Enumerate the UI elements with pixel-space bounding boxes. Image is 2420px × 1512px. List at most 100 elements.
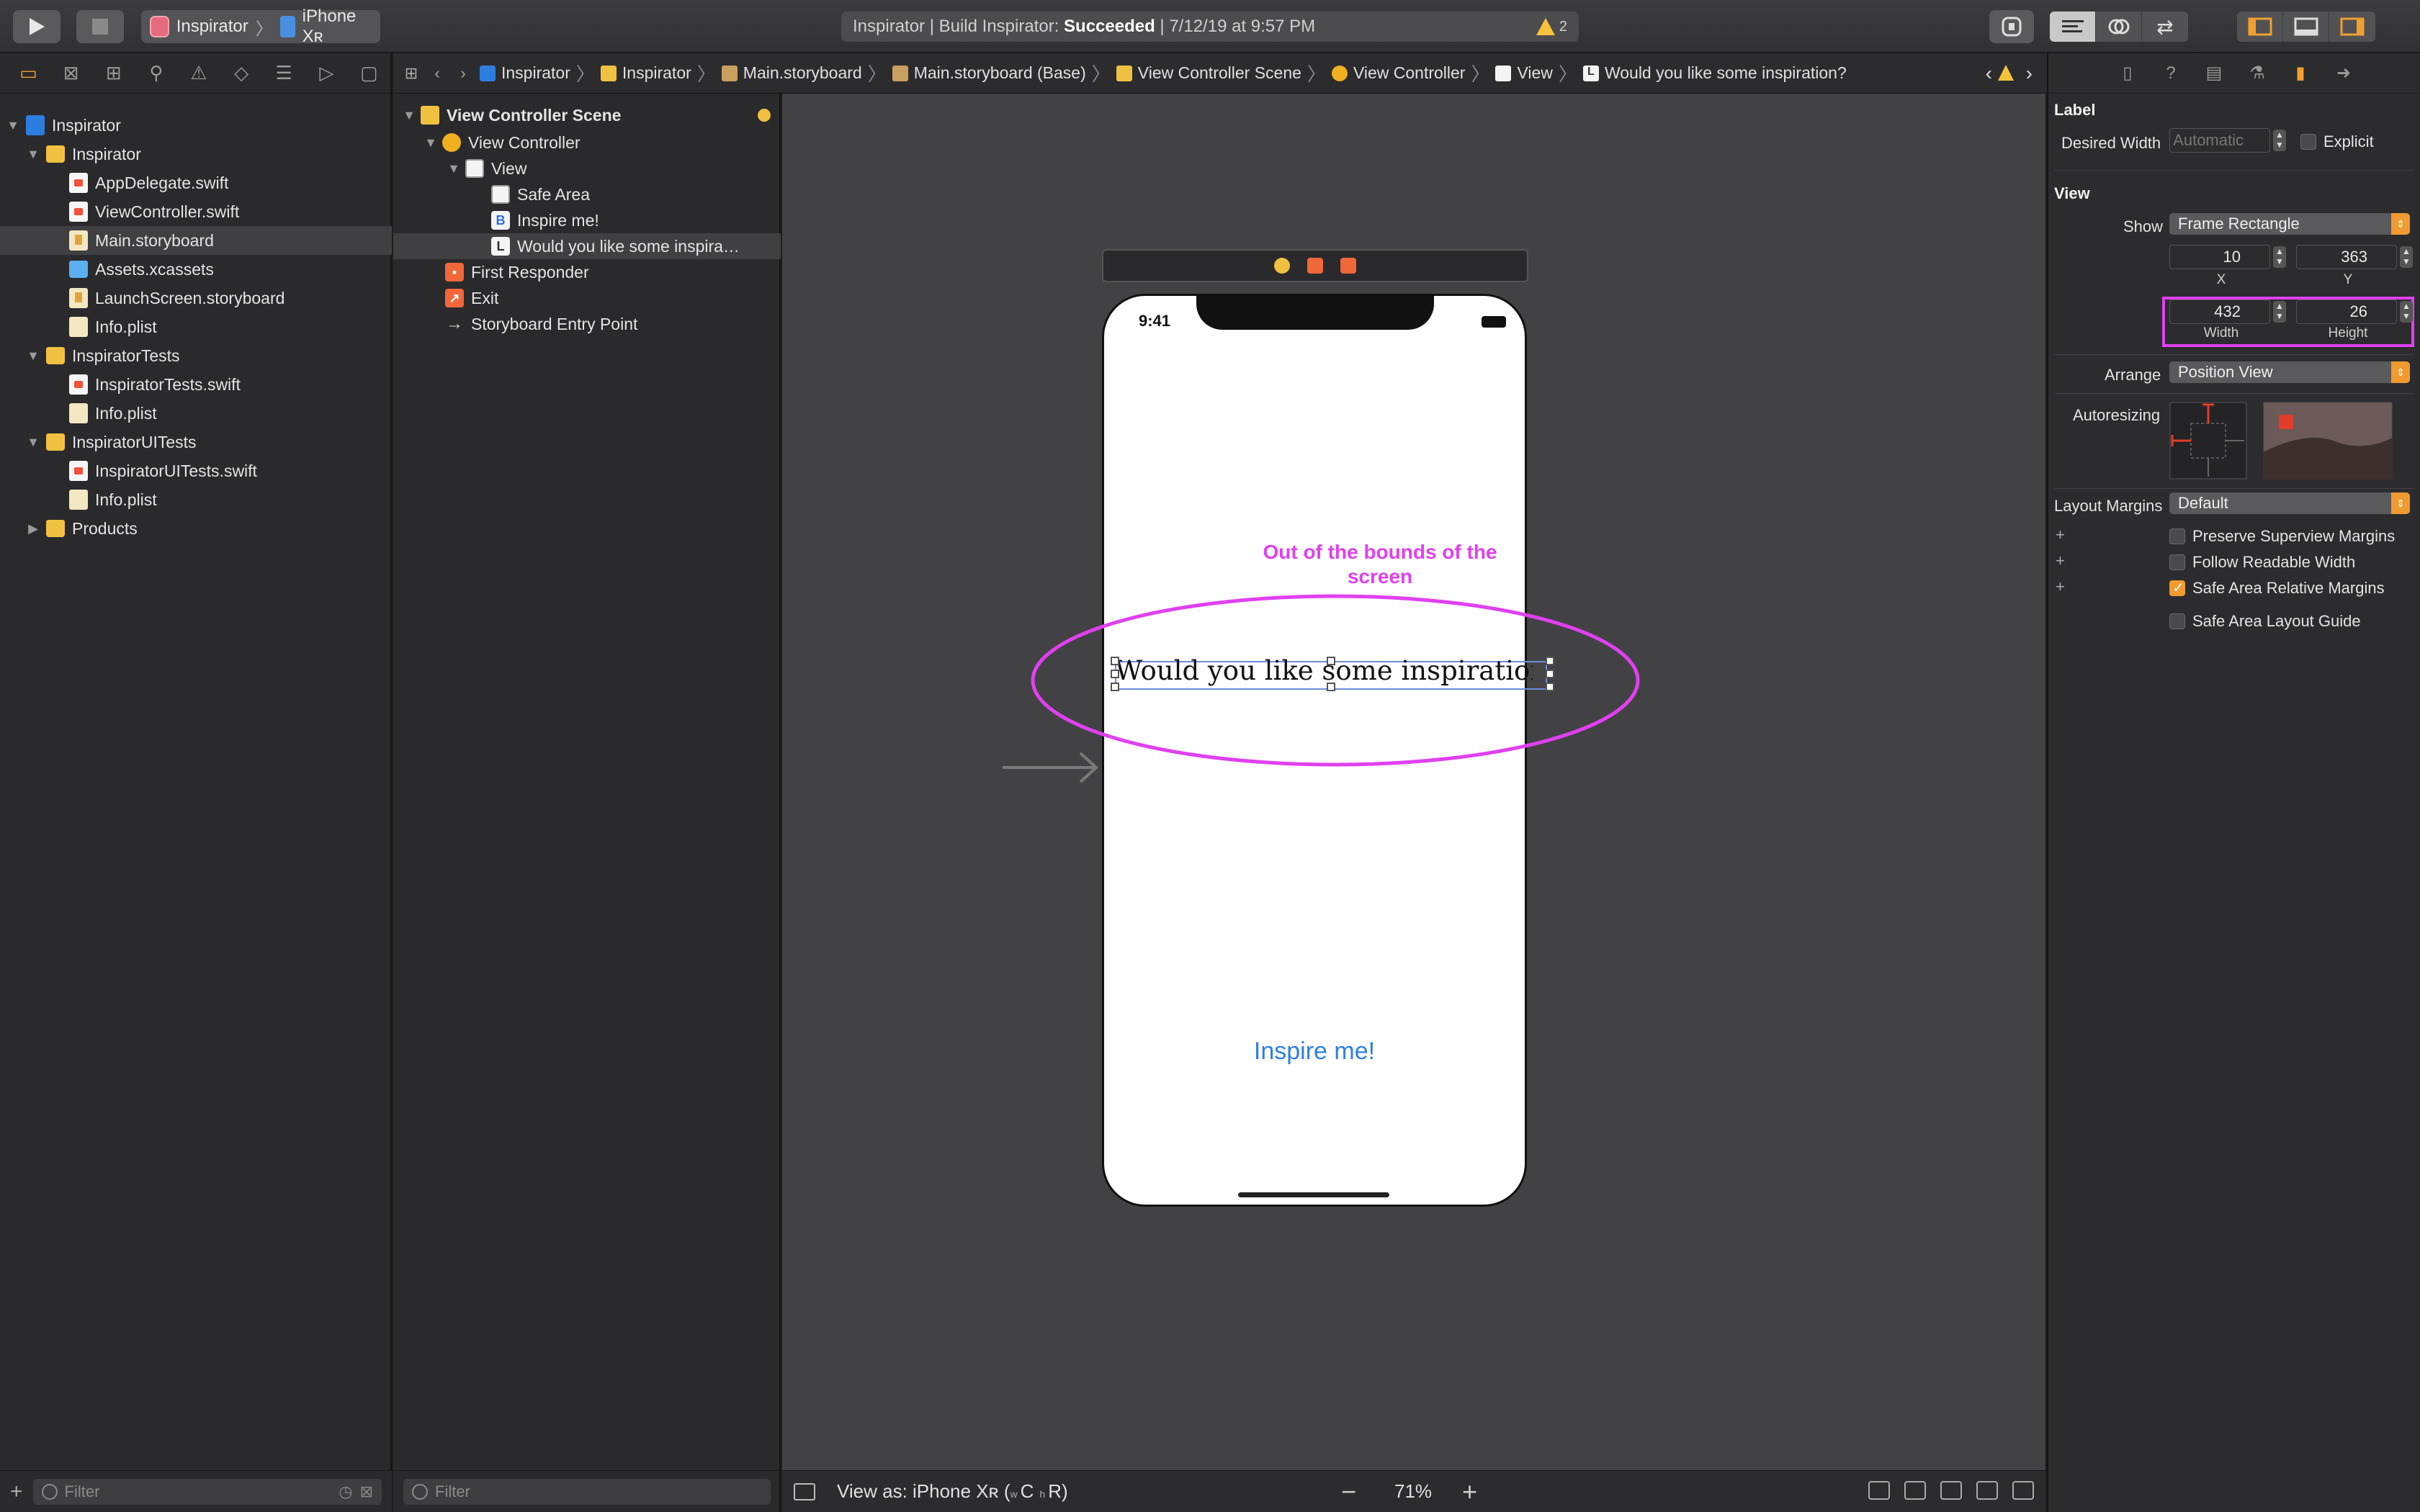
warning-icon[interactable]: [1998, 65, 2014, 81]
run-button[interactable]: [13, 10, 60, 43]
add-variation-icon[interactable]: +: [2056, 526, 2065, 544]
explicit-checkbox[interactable]: [2300, 134, 2316, 150]
x-field[interactable]: 10: [2169, 245, 2270, 269]
tree-item-file-selected[interactable]: Main.storyboard: [0, 226, 392, 255]
file-inspector-tab[interactable]: ▯: [2115, 60, 2141, 86]
outline-item-label-selected[interactable]: L Would you like some inspira…: [393, 233, 781, 259]
crumb-localization[interactable]: Main.storyboard (Base): [892, 63, 1086, 83]
size-inspector-tab[interactable]: ▮: [2287, 60, 2313, 86]
layout-margins-popup[interactable]: Default ⇕: [2169, 492, 2410, 514]
find-nav-tab[interactable]: ⚲: [135, 53, 177, 94]
view-as-button[interactable]: View as: iPhone Xʀ (w Ch R): [837, 1480, 1068, 1503]
breakpoint-nav-tab[interactable]: ▷: [305, 53, 348, 94]
safe-area-relative-checkbox[interactable]: [2169, 579, 2185, 597]
tree-item-folder[interactable]: ▼ InspiratorTests: [0, 341, 392, 370]
preserve-margins-checkbox[interactable]: [2169, 528, 2185, 544]
readable-width-checkbox[interactable]: [2169, 554, 2185, 570]
help-inspector-tab[interactable]: ?: [2158, 60, 2184, 86]
report-nav-tab[interactable]: ▢: [348, 53, 390, 94]
height-stepper[interactable]: ▲ ▼: [2400, 301, 2413, 323]
scm-filter-icon[interactable]: ⊠: [360, 1482, 373, 1501]
outline-item-button[interactable]: B Inspire me!: [393, 207, 781, 233]
tree-item-file[interactable]: Info.plist: [0, 312, 392, 341]
outline-item-entry-point[interactable]: → Storyboard Entry Point: [393, 311, 781, 337]
crumb-file[interactable]: Main.storyboard: [721, 63, 862, 83]
crumb-view[interactable]: View: [1495, 63, 1553, 83]
toggle-navigator-button[interactable]: [2237, 12, 2283, 42]
safe-area-guide-checkbox[interactable]: [2169, 613, 2185, 629]
tree-item-folder[interactable]: ▼ InspiratorUITests: [0, 428, 392, 456]
toggle-debug-button[interactable]: [2283, 12, 2329, 42]
x-stepper[interactable]: ▲ ▼: [2273, 246, 2286, 268]
update-frames-icon[interactable]: [1868, 1481, 1890, 1500]
forward-arrow-icon[interactable]: ›: [454, 64, 472, 83]
related-items-icon[interactable]: ⊞: [402, 64, 421, 83]
zoom-in-button[interactable]: +: [1462, 1477, 1477, 1507]
attributes-inspector-tab[interactable]: ⚗: [2244, 60, 2270, 86]
height-field[interactable]: 26: [2296, 300, 2397, 324]
inspire-me-button[interactable]: Inspire me!: [1104, 1038, 1525, 1066]
zoom-out-button[interactable]: −: [1341, 1477, 1356, 1507]
symbol-nav-tab[interactable]: ⊞: [92, 53, 135, 94]
stop-button[interactable]: [76, 10, 124, 43]
assistant-editor-button[interactable]: [2096, 12, 2142, 42]
connections-inspector-tab[interactable]: ➜: [2331, 60, 2357, 86]
outline-item-safe-area[interactable]: Safe Area: [393, 181, 781, 207]
add-icon[interactable]: +: [10, 1480, 23, 1504]
version-editor-button[interactable]: ⇄: [2142, 12, 2188, 42]
tree-item-folder[interactable]: ▶ Products: [0, 514, 392, 543]
tree-item-file[interactable]: ViewController.swift: [0, 197, 392, 226]
desired-width-stepper[interactable]: ▲ ▼: [2273, 130, 2286, 151]
resolve-issues-icon[interactable]: [2012, 1481, 2034, 1500]
toggle-inspector-button[interactable]: [2329, 12, 2375, 42]
standard-editor-button[interactable]: [2050, 12, 2096, 42]
outline-item-first-responder[interactable]: ▪ First Responder: [393, 259, 781, 285]
source-control-tab[interactable]: ⊠: [50, 53, 92, 94]
autoresizing-control[interactable]: [2169, 402, 2247, 480]
width-field[interactable]: 432: [2169, 300, 2270, 324]
y-stepper[interactable]: ▲ ▼: [2400, 246, 2413, 268]
tree-item-file[interactable]: InspiratorUITests.swift: [0, 456, 392, 485]
tree-item-file[interactable]: LaunchScreen.storyboard: [0, 284, 392, 312]
toggle-outline-icon[interactable]: [794, 1482, 815, 1500]
crumb-project[interactable]: Inspirator: [480, 63, 570, 83]
outline-item-view-controller[interactable]: ▼ View Controller: [393, 130, 781, 156]
outline-item-scene[interactable]: ▼ View Controller Scene: [393, 102, 781, 128]
align-icon[interactable]: [1940, 1481, 1962, 1500]
tree-item-folder[interactable]: ▼ Inspirator: [0, 140, 392, 168]
tree-item-file[interactable]: Info.plist: [0, 485, 392, 514]
issue-forward-icon[interactable]: ›: [2026, 62, 2033, 85]
issue-back-icon[interactable]: ‹: [1986, 62, 1992, 85]
tree-item-project[interactable]: ▼ Inspirator: [0, 111, 392, 140]
exit-dock-icon[interactable]: [1340, 258, 1356, 274]
width-stepper[interactable]: ▲ ▼: [2273, 301, 2286, 323]
debug-nav-tab[interactable]: ☰: [263, 53, 305, 94]
issue-nav-tab[interactable]: ⚠: [177, 53, 220, 94]
crumb-view-controller[interactable]: View Controller: [1331, 63, 1465, 83]
clock-icon[interactable]: ◷: [339, 1482, 352, 1501]
add-constraints-icon[interactable]: [1976, 1481, 1998, 1500]
navigator-filter-field[interactable]: Filter ◷ ⊠: [32, 1478, 382, 1505]
test-nav-tab[interactable]: ◇: [220, 53, 263, 94]
arrange-popup[interactable]: Position View ⇕: [2169, 361, 2410, 383]
show-popup[interactable]: Frame Rectangle ⇕: [2169, 213, 2410, 235]
view-controller-dock-icon[interactable]: [1274, 258, 1290, 274]
first-responder-dock-icon[interactable]: [1307, 258, 1323, 274]
tree-item-file[interactable]: Info.plist: [0, 399, 392, 428]
project-nav-tab[interactable]: ▭: [7, 53, 50, 94]
crumb-folder[interactable]: Inspirator: [600, 63, 691, 83]
back-arrow-icon[interactable]: ‹: [428, 64, 447, 83]
y-field[interactable]: 363: [2296, 245, 2397, 269]
warning-indicator[interactable]: 2: [1536, 18, 1567, 35]
desired-width-field[interactable]: Automatic: [2169, 128, 2270, 153]
crumb-label-item[interactable]: L Would you like some inspiration?: [1582, 63, 1847, 83]
embed-in-icon[interactable]: [1904, 1481, 1926, 1500]
tree-item-file[interactable]: Assets.xcassets: [0, 255, 392, 284]
library-button[interactable]: [1989, 10, 2034, 43]
tree-item-file[interactable]: InspiratorTests.swift: [0, 370, 392, 399]
outline-filter-field[interactable]: Filter: [403, 1478, 771, 1505]
crumb-scene[interactable]: View Controller Scene: [1116, 63, 1301, 83]
add-variation-icon[interactable]: +: [2056, 552, 2065, 570]
tree-item-file[interactable]: AppDelegate.swift: [0, 168, 392, 197]
identity-inspector-tab[interactable]: ▤: [2201, 60, 2227, 86]
